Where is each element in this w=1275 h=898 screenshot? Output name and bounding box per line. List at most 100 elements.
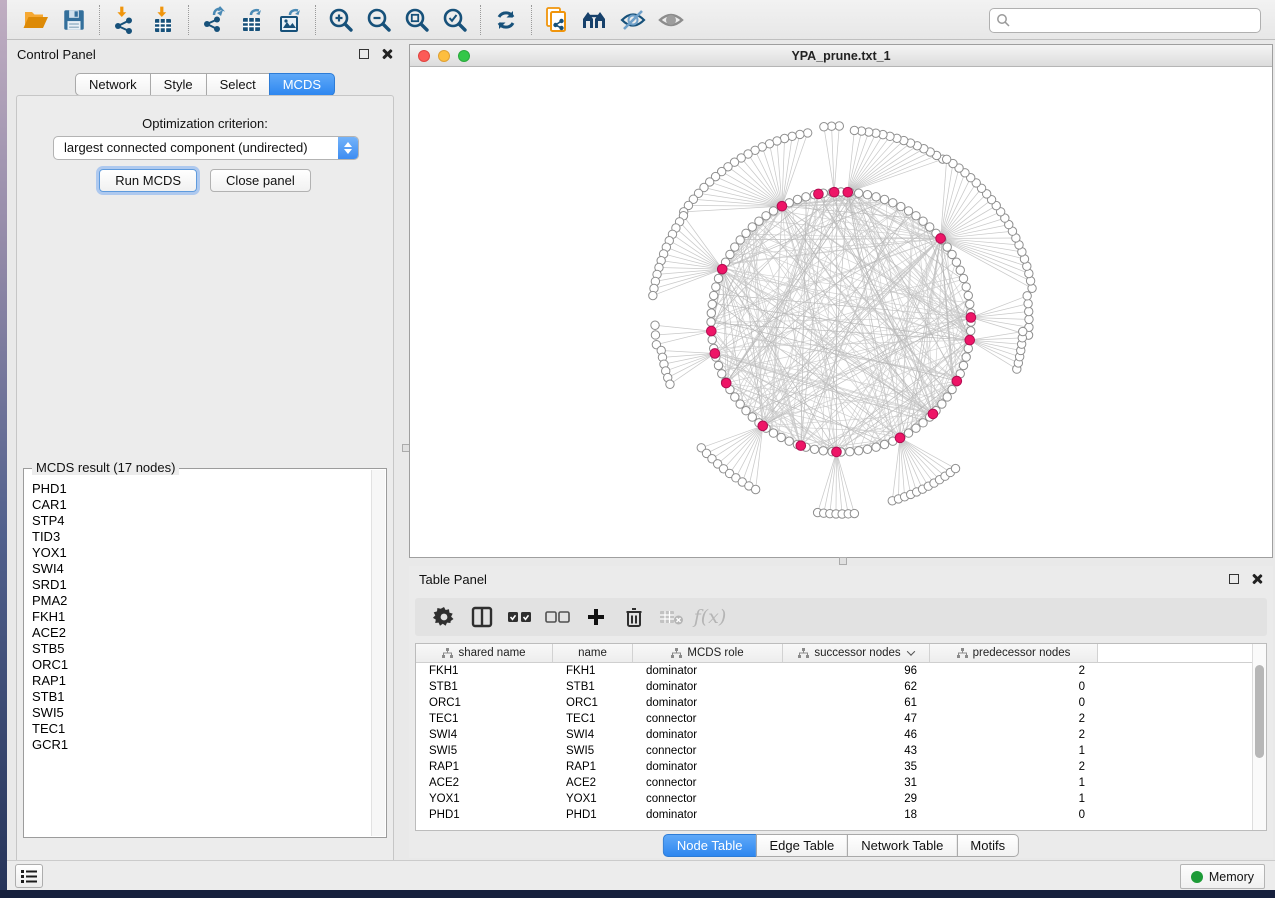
search-input[interactable] <box>1011 14 1254 28</box>
close-panel-icon[interactable] <box>381 48 393 60</box>
network-node[interactable] <box>651 331 659 339</box>
network-node[interactable] <box>880 440 888 448</box>
table-row[interactable]: SWI5SWI5connector431 <box>416 743 1252 759</box>
network-node[interactable] <box>863 445 871 453</box>
network-node[interactable] <box>649 291 657 299</box>
network-node[interactable] <box>755 217 763 225</box>
network-node[interactable] <box>819 447 827 455</box>
scrollbar-thumb[interactable] <box>1255 665 1264 758</box>
network-node[interactable] <box>793 195 801 203</box>
network-hub-node[interactable] <box>707 326 717 336</box>
close-panel-button[interactable]: Close panel <box>210 169 311 192</box>
mcds-result-item[interactable]: YOX1 <box>25 545 370 561</box>
network-node[interactable] <box>714 361 722 369</box>
network-hub-node[interactable] <box>952 376 962 386</box>
network-node[interactable] <box>1025 315 1033 323</box>
network-node[interactable] <box>952 258 960 266</box>
network-node[interactable] <box>736 400 744 408</box>
network-hub-node[interactable] <box>843 187 853 197</box>
tab-style[interactable]: Style <box>150 73 207 96</box>
network-hub-node[interactable] <box>895 433 905 443</box>
network-node[interactable] <box>777 433 785 441</box>
delete-table-icon[interactable] <box>653 602 691 632</box>
network-hub-node[interactable] <box>832 447 842 457</box>
network-node[interactable] <box>751 485 759 493</box>
save-session-icon[interactable] <box>55 3 93 37</box>
network-node[interactable] <box>827 122 835 130</box>
mcds-result-item[interactable]: SWI4 <box>25 561 370 577</box>
tab-network[interactable]: Network <box>75 73 151 96</box>
table-row[interactable]: STB1STB1dominator620 <box>416 679 1252 695</box>
refresh-icon[interactable] <box>487 3 525 37</box>
network-node[interactable] <box>1023 292 1031 300</box>
network-hub-node[interactable] <box>936 234 946 244</box>
show-columns-icon[interactable] <box>463 602 501 632</box>
network-node[interactable] <box>712 283 720 291</box>
network-node[interactable] <box>742 229 750 237</box>
tab-network-table[interactable]: Network Table <box>847 834 957 857</box>
table-row[interactable]: ORC1ORC1dominator610 <box>416 695 1252 711</box>
mcds-result-item[interactable]: SRD1 <box>25 577 370 593</box>
network-node[interactable] <box>938 400 946 408</box>
network-node[interactable] <box>964 291 972 299</box>
network-hub-node[interactable] <box>966 313 976 323</box>
mcds-result-item[interactable]: STB5 <box>25 641 370 657</box>
network-node[interactable] <box>919 217 927 225</box>
network-node[interactable] <box>769 207 777 215</box>
mcds-result-item[interactable]: GCR1 <box>25 737 370 753</box>
network-hub-node[interactable] <box>721 378 731 388</box>
table-row[interactable]: FKH1FKH1dominator962 <box>416 663 1252 679</box>
table-row[interactable]: TEC1TEC1connector472 <box>416 711 1252 727</box>
tab-mcds[interactable]: MCDS <box>269 73 335 96</box>
network-node[interactable] <box>710 291 718 299</box>
open-file-icon[interactable] <box>17 3 55 37</box>
network-node[interactable] <box>846 447 854 455</box>
mcds-result-item[interactable]: STB1 <box>25 689 370 705</box>
network-hub-node[interactable] <box>829 187 839 197</box>
network-window-titlebar[interactable]: YPA_prune.txt_1 <box>410 45 1272 67</box>
tab-select[interactable]: Select <box>206 73 270 96</box>
network-node[interactable] <box>736 236 744 244</box>
memory-button[interactable]: Memory <box>1180 864 1265 889</box>
network-node[interactable] <box>708 300 716 308</box>
network-node[interactable] <box>769 429 777 437</box>
network-node[interactable] <box>788 132 796 140</box>
table-settings-icon[interactable] <box>425 602 463 632</box>
column-header-shared-name[interactable]: shared name <box>416 644 553 663</box>
network-hub-node[interactable] <box>777 201 787 211</box>
splitter-handle[interactable] <box>839 557 847 565</box>
network-hub-node[interactable] <box>710 349 720 359</box>
export-image-icon[interactable] <box>271 3 309 37</box>
table-row[interactable]: ACE2ACE2connector311 <box>416 775 1252 791</box>
network-node[interactable] <box>803 129 811 137</box>
network-node[interactable] <box>666 380 674 388</box>
network-node[interactable] <box>855 189 863 197</box>
network-hub-node[interactable] <box>758 421 768 431</box>
function-builder-icon[interactable]: f(x) <box>691 602 729 632</box>
network-node[interactable] <box>796 130 804 138</box>
network-node[interactable] <box>966 300 974 308</box>
mcds-result-item[interactable]: SWI5 <box>25 705 370 721</box>
network-node[interactable] <box>959 274 967 282</box>
network-node[interactable] <box>708 336 716 344</box>
column-header-successor-nodes[interactable]: successor nodes <box>783 644 930 663</box>
mcds-list-scrollbar[interactable] <box>371 470 385 836</box>
delete-column-icon[interactable] <box>615 602 653 632</box>
network-hub-node[interactable] <box>965 335 975 345</box>
network-node[interactable] <box>714 274 722 282</box>
network-node[interactable] <box>762 212 770 220</box>
network-node[interactable] <box>966 327 974 335</box>
network-node[interactable] <box>872 443 880 451</box>
optimization-criterion-select[interactable]: largest connected component (undirected) <box>53 136 359 160</box>
network-hub-node[interactable] <box>796 441 806 451</box>
network-node[interactable] <box>1019 327 1027 335</box>
network-node[interactable] <box>707 318 715 326</box>
deselect-all-icon[interactable] <box>539 602 577 632</box>
network-node[interactable] <box>748 223 756 231</box>
column-header-predecessor-nodes[interactable]: predecessor nodes <box>930 644 1098 663</box>
mcds-result-item[interactable]: FKH1 <box>25 609 370 625</box>
network-node[interactable] <box>948 250 956 258</box>
network-node[interactable] <box>850 509 858 517</box>
network-node[interactable] <box>904 429 912 437</box>
mcds-result-item[interactable]: RAP1 <box>25 673 370 689</box>
